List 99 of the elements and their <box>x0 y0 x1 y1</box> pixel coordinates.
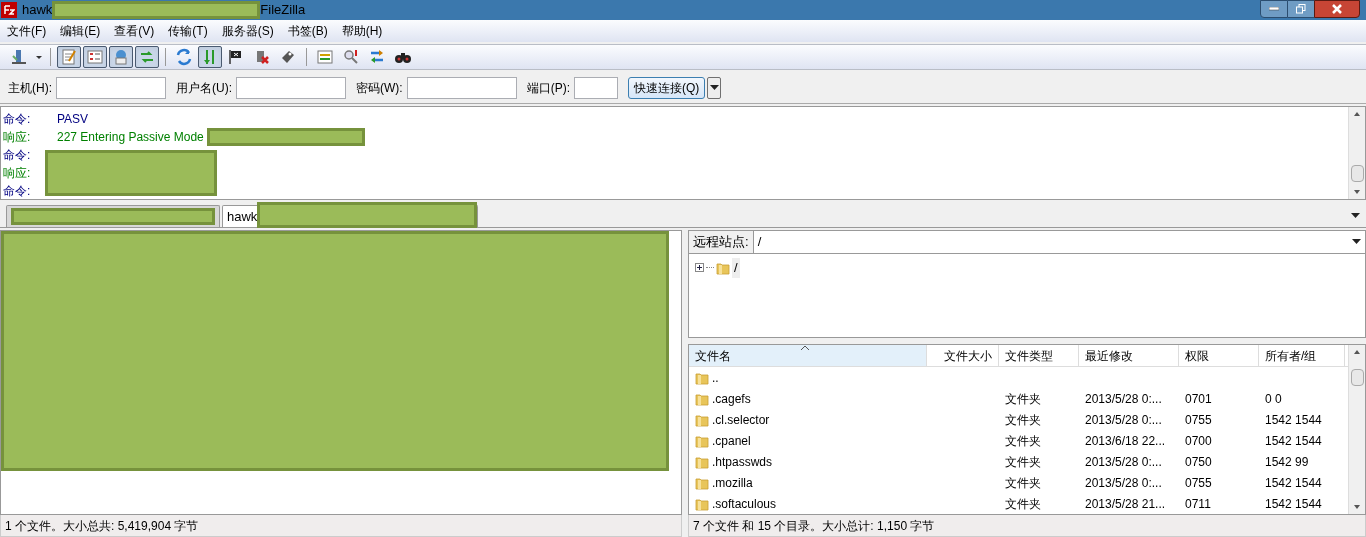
file-row[interactable]: .cl.selector 文件夹 2013/5/28 0:... 0755 1542 1544 <box>689 409 1348 430</box>
file-name: .htpasswds <box>712 453 773 471</box>
folder-icon <box>695 412 709 427</box>
expand-icon[interactable] <box>695 263 704 273</box>
input-field[interactable] <box>574 76 618 99</box>
table-cell: 1542 1544 <box>1265 475 1322 490</box>
log-text: PASV <box>57 111 89 128</box>
tab[interactable]: hawk <box>222 205 479 227</box>
scroll-thumb[interactable] <box>1350 165 1364 182</box>
file-row[interactable]: .softaculous 文件夹 2013/5/28 21... 0711 1542 1544 <box>689 493 1348 514</box>
table-cell: 文件夹 <box>1005 496 1041 511</box>
arrows-icon[interactable] <box>135 46 159 68</box>
file-row[interactable]: .cagefs 文件夹 2013/5/28 0:... 0701 0 0 <box>689 388 1348 409</box>
menu-item[interactable]: 帮助(H) <box>336 22 388 40</box>
table-cell: 1542 1544 <box>1265 433 1322 448</box>
folder-icon <box>695 433 709 448</box>
menu-item[interactable]: 文件(F) <box>2 22 52 40</box>
restore-button[interactable] <box>1288 0 1314 18</box>
log-label: 响应: <box>3 129 32 146</box>
caret-icon <box>1352 239 1361 245</box>
file-name: .cagefs <box>712 390 751 408</box>
restore-icon <box>1296 4 1306 14</box>
field-label: 主机(H): <box>8 79 52 97</box>
menu-item[interactable]: 书签(B) <box>282 22 333 40</box>
menu-item[interactable]: 传输(T) <box>163 22 213 40</box>
table-cell: 2013/5/28 0:... <box>1085 475 1162 490</box>
input-field[interactable] <box>56 76 166 99</box>
field-label: 用户名(U): <box>176 79 232 97</box>
table-cell: 2013/5/28 21... <box>1085 496 1166 511</box>
folder-icon <box>695 391 709 406</box>
table-cell: 2013/5/28 0:... <box>1085 391 1162 406</box>
log-label: 响应: <box>3 165 32 182</box>
log-label: 命令: <box>3 183 32 200</box>
folder-icon <box>716 260 730 275</box>
file-row[interactable]: .cpanel 文件夹 2013/6/18 22... 0700 1542 1544 <box>689 430 1348 451</box>
minimize-icon <box>1269 7 1279 11</box>
table-cell: 0755 <box>1185 475 1212 490</box>
table-cell: 0700 <box>1185 433 1212 448</box>
table-cell: 文件夹 <box>1005 454 1041 469</box>
table-cell: 0 0 <box>1265 391 1282 406</box>
field-label: 端口(P): <box>526 79 570 97</box>
folder-icon <box>695 370 709 385</box>
folder-icon <box>695 496 709 511</box>
table-cell: 1542 99 <box>1265 454 1309 469</box>
log-label: 命令: <box>3 111 32 128</box>
app-logo-icon <box>1 2 17 18</box>
input-field[interactable] <box>236 76 346 99</box>
window-title: FileZilla <box>260 1 306 20</box>
tree-view-icon[interactable] <box>83 46 107 68</box>
log-label: 命令: <box>3 147 32 164</box>
file-name: .cl.selector <box>712 411 770 429</box>
table-cell: 文件夹 <box>1005 475 1041 490</box>
log-text: 227 Entering Passive Mode <box>57 129 204 146</box>
menu-item[interactable]: 编辑(E) <box>55 22 106 40</box>
window-title: hawk <box>22 1 53 20</box>
menu-item[interactable]: 查看(V) <box>109 22 160 40</box>
notepad-icon[interactable] <box>57 46 81 68</box>
table-cell: 0750 <box>1185 454 1212 469</box>
table-cell: 2013/5/28 0:... <box>1085 412 1162 427</box>
tab-label: hawk <box>226 207 258 226</box>
globe-icon[interactable] <box>109 46 133 68</box>
site-label: 远程站点: <box>689 231 754 253</box>
close-button[interactable] <box>1314 0 1360 18</box>
status-text: 7 个文件 和 15 个目录。大小总计: 1,150 字节 <box>688 515 1366 537</box>
file-name: .cpanel <box>712 432 751 450</box>
status-text: 1 个文件。大小总共: 5,419,904 字节 <box>0 515 682 537</box>
down-arrows-icon[interactable] <box>198 46 222 68</box>
tab-menu-icon[interactable] <box>1351 213 1360 219</box>
dropdown-button[interactable] <box>707 76 722 99</box>
quickconnect-button[interactable]: 快速连接(Q) <box>628 76 706 99</box>
table-cell: 文件夹 <box>1005 433 1041 448</box>
table-cell: 文件夹 <box>1005 391 1041 406</box>
file-name: .mozilla <box>712 474 753 492</box>
file-name: .softaculous <box>712 495 777 513</box>
table-cell: 2013/6/18 22... <box>1085 433 1166 448</box>
table-cell: 1542 1544 <box>1265 412 1322 427</box>
file-name: .. <box>712 369 719 387</box>
folder-icon <box>695 454 709 469</box>
scroll-thumb[interactable] <box>1350 369 1364 386</box>
field-label: 密码(W): <box>356 79 403 97</box>
table-cell: 1542 1544 <box>1265 496 1322 511</box>
column-header[interactable]: 文件名 <box>689 345 927 366</box>
table-cell: 文件夹 <box>1005 412 1041 427</box>
tree-line <box>706 267 714 269</box>
path-combo[interactable]: / <box>753 232 1365 252</box>
tree-item[interactable]: / <box>732 258 740 278</box>
table-cell: 0701 <box>1185 391 1212 406</box>
folder-icon <box>695 475 709 490</box>
file-row[interactable]: .. <box>689 367 1348 388</box>
input-field[interactable] <box>406 76 517 99</box>
file-row[interactable]: .mozilla 文件夹 2013/5/28 0:... 0755 1542 1544 <box>689 472 1348 493</box>
file-row[interactable]: .htpasswds 文件夹 2013/5/28 0:... 0750 1542 99 <box>689 451 1348 472</box>
table-cell: 0755 <box>1185 412 1212 427</box>
table-cell: 2013/5/28 0:... <box>1085 454 1162 469</box>
menu-item[interactable]: 服务器(S) <box>216 22 279 40</box>
close-icon <box>1331 4 1343 14</box>
minimize-button[interactable] <box>1260 0 1288 18</box>
table-cell: 0711 <box>1185 496 1211 511</box>
caret-icon <box>709 84 719 91</box>
